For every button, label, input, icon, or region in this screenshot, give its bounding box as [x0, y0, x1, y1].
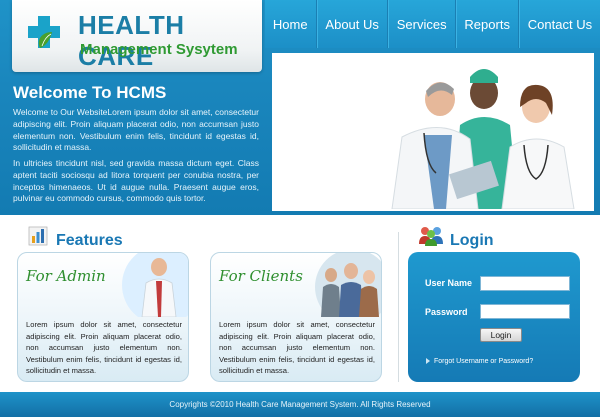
username-input[interactable] [480, 276, 570, 291]
admin-feature-card: For Admin Lorem ipsum dolor sit amet, co… [17, 252, 189, 382]
password-input[interactable] [480, 304, 570, 319]
login-title: Login [450, 232, 494, 249]
users-group-icon [419, 227, 443, 246]
password-label: Password [425, 307, 468, 317]
logo-subtitle: Management Sysytem [80, 41, 238, 58]
clients-photo [315, 253, 381, 317]
clients-feature-card: For Clients Lorem ipsum dolor sit amet, … [210, 252, 382, 382]
copyright-text: Copyrights ©2010 Health Care Management … [169, 400, 431, 409]
nav-reports[interactable]: Reports [455, 0, 519, 48]
divider [398, 232, 399, 382]
bar-chart-icon [28, 226, 48, 246]
features-title: Features [56, 232, 123, 249]
main-nav: Home About Us Services Reports Contact U… [265, 0, 600, 48]
nav-services[interactable]: Services [387, 0, 456, 48]
card-title-admin: For Admin [26, 267, 106, 285]
login-panel: User Name Password Login Forgot Username… [408, 252, 580, 382]
nav-home[interactable]: Home [265, 0, 317, 48]
logo[interactable]: HEALTH CARE Management Sysytem [12, 0, 262, 72]
card-title-clients: For Clients [219, 267, 303, 285]
nav-contact-us[interactable]: Contact Us [518, 0, 600, 48]
forgot-password-link[interactable]: Forgot Username or Password? [426, 358, 533, 365]
nav-about-us[interactable]: About Us [316, 0, 388, 48]
admin-photo [122, 253, 188, 317]
card-text-admin: Lorem ipsum dolor sit amet, consectetur … [26, 320, 182, 376]
welcome-title: Welcome To HCMS [13, 83, 167, 102]
doctors-photo [272, 53, 594, 211]
footer: Copyrights ©2010 Health Care Management … [0, 392, 600, 417]
welcome-paragraph-1: Welcome to Our WebsiteLorem ipsum dolor … [13, 107, 259, 153]
username-label: User Name [425, 278, 473, 288]
card-text-clients: Lorem ipsum dolor sit amet, consectetur … [219, 320, 375, 376]
doctors-illustration [274, 55, 592, 209]
medical-cross-leaf-icon [28, 16, 60, 48]
header: HEALTH CARE Management Sysytem Home Abou… [0, 0, 600, 215]
arrow-right-icon [426, 358, 430, 365]
forgot-password-text: Forgot Username or Password? [434, 358, 534, 365]
login-button[interactable]: Login [480, 328, 522, 342]
welcome-paragraph-2: In ultricies tincidunt nisl, sed gravida… [13, 158, 259, 204]
